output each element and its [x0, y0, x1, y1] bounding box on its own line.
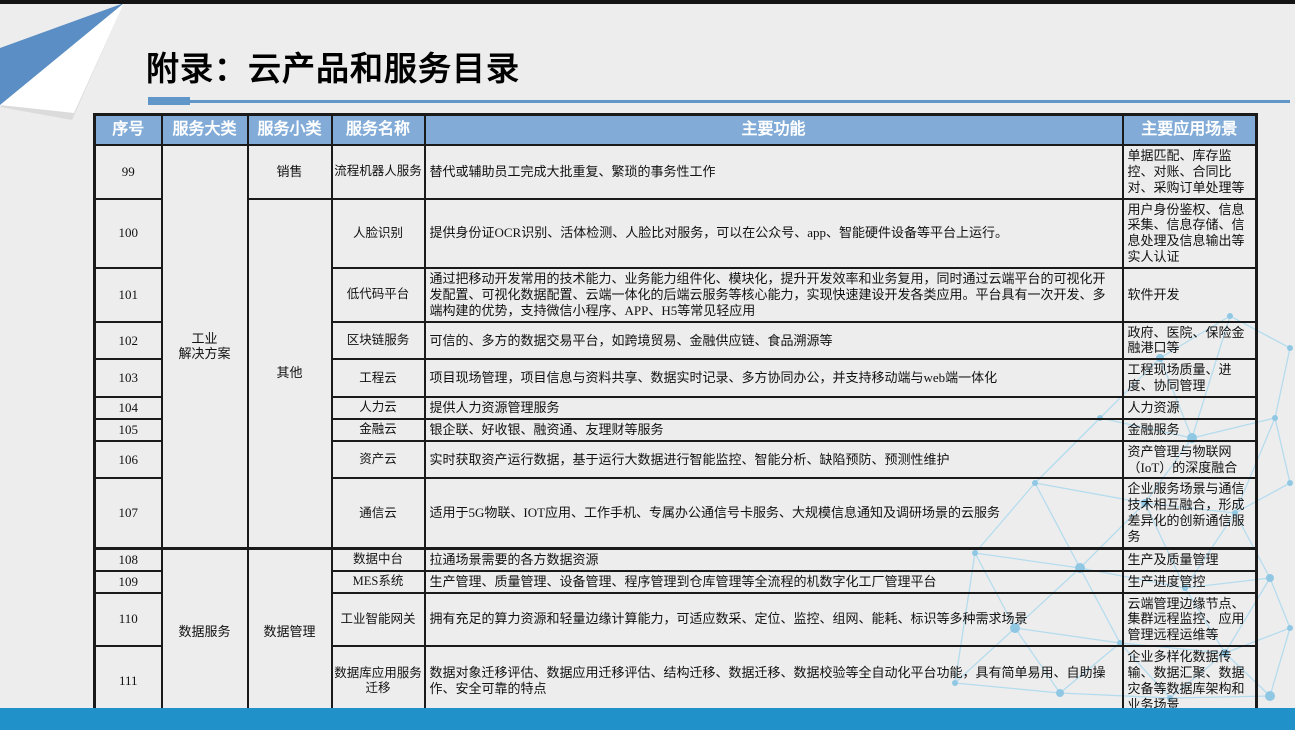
cell-name: 工业智能网关 — [332, 593, 425, 647]
cell-name: MES系统 — [332, 571, 425, 593]
header-category: 服务大类 — [162, 115, 248, 146]
cell-no: 101 — [95, 268, 162, 322]
cell-no: 110 — [95, 593, 162, 647]
cell-name: 工程云 — [332, 359, 425, 397]
header-no: 序号 — [95, 115, 162, 146]
cell-scenario: 企业多样化数据传输、数据汇聚、数据灾备等数据库架构和业务场景 — [1123, 646, 1257, 716]
header-subcategory: 服务小类 — [248, 115, 332, 146]
cell-no: 99 — [95, 145, 162, 199]
cell-scenario: 软件开发 — [1123, 268, 1257, 322]
cell-name: 数据中台 — [332, 548, 425, 570]
top-edge-strip — [0, 0, 1295, 4]
cell-scenario: 生产进度管控 — [1123, 571, 1257, 593]
cell-no: 102 — [95, 322, 162, 360]
cell-function: 适用于5G物联、IOT应用、工作手机、专属办公通信号卡服务、大规模信息通知及调研… — [425, 478, 1123, 548]
cell-function: 项目现场管理，项目信息与资料共享、数据实时记录、多方协同办公，并支持移动端与we… — [425, 359, 1123, 397]
cell-no: 109 — [95, 571, 162, 593]
service-catalog-table: 序号 服务大类 服务小类 服务名称 主要功能 主要应用场景 99工业 解决方案销… — [93, 113, 1258, 718]
header-function: 主要功能 — [425, 115, 1123, 146]
cell-function: 银企联、好收银、融资通、友理财等服务 — [425, 419, 1123, 441]
table-header-row: 序号 服务大类 服务小类 服务名称 主要功能 主要应用场景 — [95, 115, 1257, 146]
cell-no: 108 — [95, 548, 162, 570]
cell-no: 107 — [95, 478, 162, 548]
table-row: 108数据服务数据管理数据中台拉通场景需要的各方数据资源生产及质量管理 — [95, 548, 1257, 570]
cell-scenario: 用户身份鉴权、信息采集、信息存储、信息处理及信息输出等实人认证 — [1123, 199, 1257, 268]
cell-scenario: 人力资源 — [1123, 397, 1257, 419]
cell-name: 数据库应用服务迁移 — [332, 646, 425, 716]
cell-function: 实时获取资产运行数据，基于运行大数据进行智能监控、智能分析、缺陷预防、预测性维护 — [425, 441, 1123, 479]
cell-name: 通信云 — [332, 478, 425, 548]
cell-name: 区块链服务 — [332, 322, 425, 360]
cell-scenario: 资产管理与物联网（IoT）的深度融合 — [1123, 441, 1257, 479]
cell-scenario: 企业服务场景与通信技术相互融合，形成差异化的创新通信服务 — [1123, 478, 1257, 548]
cell-subcategory: 其他 — [248, 199, 332, 549]
cell-function: 拥有充足的算力资源和轻量边缘计算能力，可适应数采、定位、监控、组网、能耗、标识等… — [425, 593, 1123, 647]
cell-scenario: 单据匹配、库存监控、对账、合同比对、采购订单处理等 — [1123, 145, 1257, 199]
header-name: 服务名称 — [332, 115, 425, 146]
cell-name: 人力云 — [332, 397, 425, 419]
cell-scenario: 政府、医院、保险金融港口等 — [1123, 322, 1257, 360]
cell-name: 资产云 — [332, 441, 425, 479]
cell-scenario: 工程现场质量、进度、协同管理 — [1123, 359, 1257, 397]
cell-function: 通过把移动开发常用的技术能力、业务能力组件化、模块化，提升开发效率和业务复用，同… — [425, 268, 1123, 322]
cell-no: 104 — [95, 397, 162, 419]
title-underline — [148, 100, 1290, 103]
table-body: 99工业 解决方案销售流程机器人服务替代或辅助员工完成大批重复、繁琐的事务性工作… — [95, 145, 1257, 716]
cell-function: 替代或辅助员工完成大批重复、繁琐的事务性工作 — [425, 145, 1123, 199]
cell-subcategory: 销售 — [248, 145, 332, 199]
cell-no: 106 — [95, 441, 162, 479]
cell-subcategory: 数据管理 — [248, 548, 332, 716]
cell-no: 111 — [95, 646, 162, 716]
table-row: 100其他人脸识别提供身份证OCR识别、活体检测、人脸比对服务，可以在公众号、a… — [95, 199, 1257, 268]
cell-no: 100 — [95, 199, 162, 268]
cell-function: 可信的、多方的数据交易平台，如跨境贸易、金融供应链、食品溯源等 — [425, 322, 1123, 360]
cell-no: 103 — [95, 359, 162, 397]
page-title: 附录：云产品和服务目录 — [146, 42, 520, 90]
cell-function: 拉通场景需要的各方数据资源 — [425, 548, 1123, 570]
cell-category: 数据服务 — [162, 548, 248, 716]
cell-name: 金融云 — [332, 419, 425, 441]
cell-category: 工业 解决方案 — [162, 145, 248, 548]
cell-function: 数据对象迁移评估、数据应用迁移评估、结构迁移、数据迁移、数据校验等全自动化平台功… — [425, 646, 1123, 716]
cell-function: 生产管理、质量管理、设备管理、程序管理到仓库管理等全流程的机数字化工厂管理平台 — [425, 571, 1123, 593]
cell-scenario: 云端管理边缘节点、集群远程监控、应用管理远程运维等 — [1123, 593, 1257, 647]
cell-function: 提供身份证OCR识别、活体检测、人脸比对服务，可以在公众号、app、智能硬件设备… — [425, 199, 1123, 268]
cell-name: 流程机器人服务 — [332, 145, 425, 199]
cell-no: 105 — [95, 419, 162, 441]
header-scenario: 主要应用场景 — [1123, 115, 1257, 146]
paper-plane-decoration — [0, 0, 132, 124]
table-row: 99工业 解决方案销售流程机器人服务替代或辅助员工完成大批重复、繁琐的事务性工作… — [95, 145, 1257, 199]
cell-name: 人脸识别 — [332, 199, 425, 268]
cell-function: 提供人力资源管理服务 — [425, 397, 1123, 419]
bottom-accent-bar — [0, 708, 1295, 730]
cell-scenario: 生产及质量管理 — [1123, 548, 1257, 570]
cell-scenario: 金融服务 — [1123, 419, 1257, 441]
cell-name: 低代码平台 — [332, 268, 425, 322]
